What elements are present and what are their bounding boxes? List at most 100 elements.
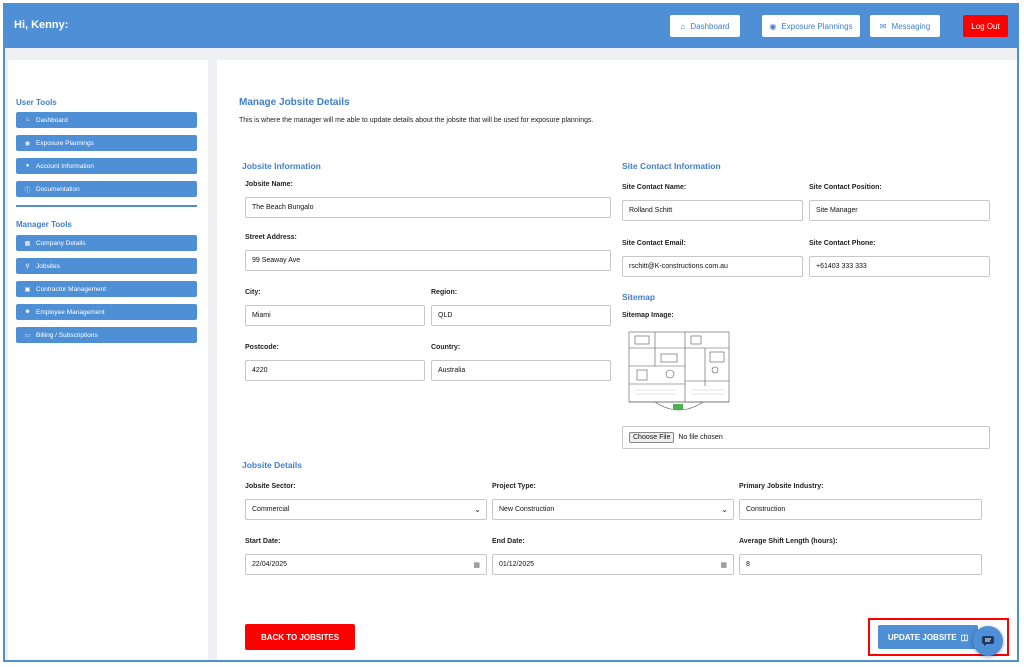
truck-icon: ▣ <box>24 286 31 293</box>
envelope-icon: ✉ <box>879 21 887 31</box>
top-bar: Hi, Kenny: ⌂ Dashboard ◉ Exposure Planni… <box>5 5 1017 48</box>
home-icon: ⌂ <box>680 21 686 31</box>
nav-messaging-button[interactable]: ✉ Messaging <box>870 15 940 37</box>
end-date-label: End Date: <box>492 538 525 545</box>
nav-exposure-plannings-label: Exposure Plannings <box>781 21 853 31</box>
app-window: Hi, Kenny: ⌂ Dashboard ◉ Exposure Planni… <box>3 3 1019 662</box>
back-to-jobsites-button[interactable]: BACK TO JOBSITES <box>245 624 355 650</box>
site-contact-name-field[interactable]: Rolland Schitt <box>622 200 803 221</box>
postcode-label: Postcode: <box>245 344 279 351</box>
update-jobsite-label: UPDATE JOBSITE <box>887 632 957 642</box>
logout-button[interactable]: Log Out <box>963 15 1008 37</box>
sidebar-item-employee-management[interactable]: ☻ Employee Management <box>16 304 197 320</box>
site-contact-name-label: Site Contact Name: <box>622 184 687 191</box>
country-field[interactable]: Australia <box>431 360 611 381</box>
average-shift-length-label: Average Shift Length (hours): <box>739 538 838 545</box>
site-contact-heading: Site Contact Information <box>622 161 721 171</box>
calendar-icon[interactable]: ▦ <box>720 561 727 569</box>
sidebar-item-documentation[interactable]: ⓘ Documentation <box>16 181 197 197</box>
nav-messaging-label: Messaging <box>891 21 931 31</box>
end-date-field[interactable]: 01/12/2025 ▦ <box>492 554 734 575</box>
site-contact-email-label: Site Contact Email: <box>622 240 686 247</box>
sidebar-item-account-information[interactable]: ● Account Information <box>16 158 197 174</box>
average-shift-length-field[interactable]: 8 <box>739 554 982 575</box>
no-file-chosen-text: No file chosen <box>678 434 723 441</box>
nav-dashboard-button[interactable]: ⌂ Dashboard <box>670 15 740 37</box>
site-contact-phone-label: Site Contact Phone: <box>809 240 876 247</box>
building-icon: ▦ <box>24 240 31 247</box>
sidebar-item-company-details[interactable]: ▦ Company Details <box>16 235 197 251</box>
page-description: This is where the manager will me able t… <box>239 117 594 124</box>
sidebar-item-label: Documentation <box>36 185 80 193</box>
street-address-field[interactable]: 99 Seaway Ave <box>245 250 611 271</box>
region-field[interactable]: QLD <box>431 305 611 326</box>
sidebar: User Tools ⌂ Dashboard ◉ Exposure Planni… <box>8 60 208 660</box>
jobsite-information-heading: Jobsite Information <box>242 161 321 171</box>
postcode-field[interactable]: 4220 <box>245 360 425 381</box>
sidebar-item-exposure-plannings[interactable]: ◉ Exposure Plannings <box>16 135 197 151</box>
sidebar-item-label: Jobsites <box>36 262 60 270</box>
nav-dashboard-label: Dashboard <box>690 21 730 31</box>
chat-widget-button[interactable] <box>973 626 1003 656</box>
site-contact-email-field[interactable]: rschitt@K-constructions.com.au <box>622 256 803 277</box>
jobsite-details-heading: Jobsite Details <box>242 460 302 470</box>
sidebar-item-label: Dashboard <box>36 116 68 124</box>
project-type-select[interactable]: New Construction ⌄ <box>492 499 734 520</box>
update-jobsite-button[interactable]: UPDATE JOBSITE ◫ <box>878 625 978 649</box>
calendar-icon[interactable]: ▦ <box>473 561 480 569</box>
page-title: Manage Jobsite Details <box>239 97 350 108</box>
sidebar-item-label: Employee Management <box>36 308 105 316</box>
sidebar-item-label: Account Information <box>36 162 94 170</box>
primary-industry-field[interactable]: Construction <box>739 499 982 520</box>
region-label: Region: <box>431 289 458 296</box>
jobsite-sector-label: Jobsite Sector: <box>245 483 296 490</box>
nav-exposure-plannings-button[interactable]: ◉ Exposure Plannings <box>762 15 860 37</box>
save-icon: ◫ <box>960 632 969 642</box>
greeting: Hi, Kenny: <box>14 19 69 31</box>
sidebar-item-label: Company Details <box>36 239 86 247</box>
sitemap-file-input[interactable]: Choose File No file chosen <box>622 426 990 449</box>
project-type-label: Project Type: <box>492 483 536 490</box>
sidebar-item-billing-subscriptions[interactable]: ▭ Billing / Subscriptions <box>16 327 197 343</box>
sidebar-item-label: Exposure Plannings <box>36 139 94 147</box>
sidebar-item-label: Billing / Subscriptions <box>36 331 98 339</box>
chevron-down-icon: ⌄ <box>474 505 481 514</box>
chevron-down-icon: ⌄ <box>721 505 728 514</box>
site-contact-position-field[interactable]: Site Manager <box>809 200 990 221</box>
home-icon: ⌂ <box>25 117 30 123</box>
update-highlight-box: UPDATE JOBSITE ◫ <box>868 618 1009 656</box>
jobsite-name-field[interactable]: The Beach Bungalo <box>245 197 611 218</box>
sitemap-image-label: Sitemap Image: <box>622 312 674 319</box>
site-contact-phone-field[interactable]: +61403 333 333 <box>809 256 990 277</box>
users-icon: ☻ <box>24 309 31 315</box>
sidebar-divider <box>16 205 197 207</box>
main-panel: Manage Jobsite Details This is where the… <box>217 60 1017 660</box>
sidebar-item-jobsites[interactable]: ⚲ Jobsites <box>16 258 197 274</box>
end-date-value: 01/12/2025 <box>499 561 535 568</box>
sidebar-item-contractor-management[interactable]: ▣ Contractor Management <box>16 281 197 297</box>
start-date-field[interactable]: 22/04/2025 ▦ <box>245 554 487 575</box>
jobsite-sector-select[interactable]: Commercial ⌄ <box>245 499 487 520</box>
country-label: Country: <box>431 344 461 351</box>
jobsite-sector-value: Commercial <box>252 506 290 513</box>
user-tools-heading: User Tools <box>16 98 57 107</box>
chat-icon <box>982 636 994 646</box>
sitemap-heading: Sitemap <box>622 292 656 302</box>
user-icon: ● <box>25 163 30 169</box>
choose-file-button[interactable]: Choose File <box>629 432 675 443</box>
helmet-icon: ◉ <box>24 140 31 147</box>
start-date-value: 22/04/2025 <box>252 561 288 568</box>
info-icon: ⓘ <box>24 187 31 194</box>
helmet-icon: ◉ <box>769 21 777 31</box>
manager-tools-heading: Manager Tools <box>16 220 72 229</box>
map-pin-icon: ⚲ <box>25 263 30 270</box>
city-label: City: <box>245 289 261 296</box>
sidebar-item-dashboard[interactable]: ⌂ Dashboard <box>16 112 197 128</box>
sidebar-item-label: Contractor Management <box>36 285 107 293</box>
street-address-label: Street Address: <box>245 234 297 241</box>
sitemap-floor-plan-image <box>625 326 733 418</box>
site-contact-position-label: Site Contact Position: <box>809 184 882 191</box>
city-field[interactable]: Miami <box>245 305 425 326</box>
jobsite-name-label: Jobsite Name: <box>245 181 293 188</box>
credit-card-icon: ▭ <box>24 332 31 339</box>
